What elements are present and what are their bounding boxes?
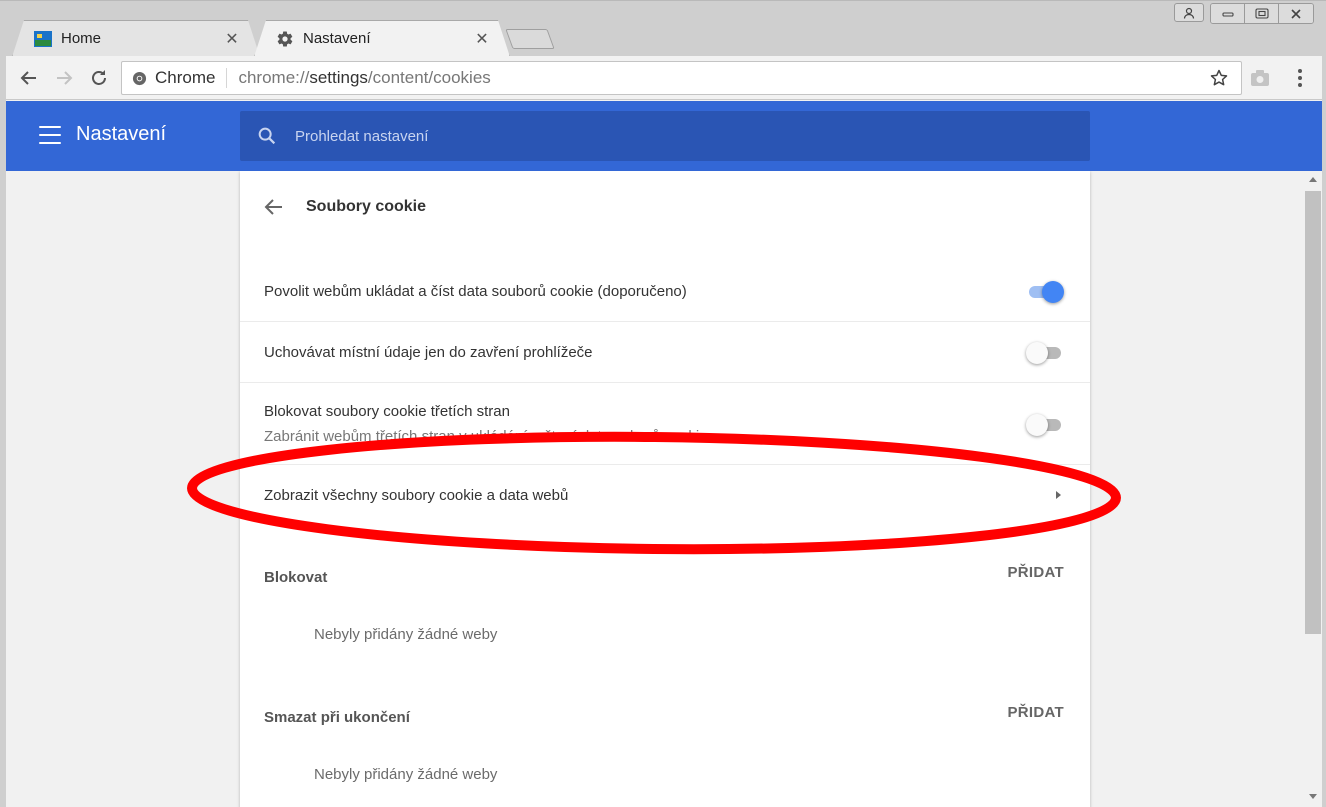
back-button[interactable] bbox=[14, 63, 44, 93]
add-block-button[interactable]: PŘIDAT bbox=[1007, 564, 1064, 581]
close-window-button[interactable] bbox=[1279, 4, 1313, 23]
title-bar: Home ✕ Nastavení ✕ bbox=[0, 0, 1326, 56]
setting-description: Zabránit webům třetích stran v ukládání … bbox=[264, 427, 708, 445]
arrow-left-icon[interactable] bbox=[262, 195, 286, 219]
home-page-icon bbox=[34, 30, 52, 47]
maximize-button[interactable] bbox=[1245, 4, 1279, 23]
url-path: /content/cookies bbox=[367, 68, 491, 87]
subpage-title: Soubory cookie bbox=[306, 198, 427, 215]
profile-icon[interactable] bbox=[1174, 3, 1204, 22]
close-icon[interactable]: ✕ bbox=[474, 29, 490, 49]
page-title: Nastavení bbox=[76, 123, 167, 145]
url-host: settings bbox=[309, 68, 368, 87]
close-icon[interactable]: ✕ bbox=[224, 29, 240, 49]
minimize-button[interactable] bbox=[1211, 4, 1245, 23]
section-label-block: Blokovat bbox=[264, 569, 328, 586]
empty-list-text: Nebyly přidány žádné weby bbox=[314, 766, 498, 783]
window-controls bbox=[1174, 3, 1314, 24]
block-third-party-toggle[interactable] bbox=[1026, 413, 1064, 436]
cookies-card: Soubory cookie Povolit webům ukládat a č… bbox=[240, 171, 1090, 807]
menu-icon[interactable] bbox=[39, 126, 61, 144]
settings-search[interactable] bbox=[240, 111, 1090, 161]
scroll-thumb[interactable] bbox=[1305, 191, 1321, 634]
gear-icon bbox=[277, 31, 293, 47]
reload-button[interactable] bbox=[84, 63, 114, 93]
tab-home[interactable]: Home ✕ bbox=[12, 20, 260, 57]
setting-label: Povolit webům ukládat a číst data soubor… bbox=[264, 282, 687, 300]
chrome-logo-icon bbox=[132, 71, 147, 85]
setting-label: Zobrazit všechny soubory cookie a data w… bbox=[264, 486, 569, 504]
forward-button[interactable] bbox=[49, 63, 79, 93]
scroll-up-arrow-icon[interactable] bbox=[1309, 177, 1317, 182]
settings-content: Soubory cookie Povolit webům ukládat a č… bbox=[6, 171, 1302, 807]
bookmark-star-icon[interactable] bbox=[1207, 66, 1231, 90]
settings-header: Nastavení bbox=[6, 101, 1322, 171]
setting-row-allow-cookies[interactable]: Povolit webům ukládat a číst data soubor… bbox=[240, 261, 1090, 322]
page-scrollbar[interactable] bbox=[1304, 171, 1322, 807]
tab-title: Home bbox=[61, 30, 102, 47]
setting-label: Blokovat soubory cookie třetích stran bbox=[264, 402, 510, 420]
setting-row-block-third-party[interactable]: Blokovat soubory cookie třetích stran Za… bbox=[240, 383, 1090, 465]
arrow-left-icon bbox=[20, 71, 36, 85]
search-icon bbox=[258, 127, 276, 145]
setting-text: Blokovat soubory cookie třetích stran Za… bbox=[264, 403, 1026, 445]
window-frame bbox=[1322, 56, 1326, 807]
reload-icon bbox=[92, 70, 106, 85]
keep-local-data-toggle[interactable] bbox=[1026, 341, 1064, 364]
setting-row-see-all-cookies[interactable]: Zobrazit všechny soubory cookie a data w… bbox=[240, 465, 1090, 525]
new-tab-button[interactable] bbox=[505, 29, 555, 49]
site-label: Chrome bbox=[155, 68, 216, 87]
scroll-down-arrow-icon[interactable] bbox=[1309, 794, 1317, 799]
site-chip[interactable]: Chrome bbox=[122, 68, 228, 88]
tab-title: Nastavení bbox=[303, 30, 371, 47]
chevron-right-icon bbox=[1056, 491, 1061, 499]
add-clear-on-exit-button[interactable]: PŘIDAT bbox=[1007, 704, 1064, 721]
arrow-right-icon bbox=[57, 71, 73, 85]
setting-label: Uchovávat místní údaje jen do zavření pr… bbox=[264, 343, 593, 361]
subpage-header: Soubory cookie bbox=[240, 171, 1090, 243]
setting-row-keep-local-data[interactable]: Uchovávat místní údaje jen do zavření pr… bbox=[240, 322, 1090, 383]
more-menu-icon[interactable] bbox=[1285, 63, 1315, 93]
tab-nastaveni[interactable]: Nastavení ✕ bbox=[254, 20, 510, 57]
url-text[interactable]: chrome://settings/content/cookies bbox=[227, 68, 1207, 88]
extension-camera-icon[interactable] bbox=[1245, 63, 1275, 93]
url-prefix: chrome:// bbox=[238, 68, 310, 87]
allow-cookies-toggle[interactable] bbox=[1026, 280, 1064, 303]
address-bar[interactable]: Chrome chrome://settings/content/cookies bbox=[121, 61, 1242, 95]
browser-toolbar: Chrome chrome://settings/content/cookies bbox=[0, 56, 1326, 100]
search-input[interactable] bbox=[295, 127, 1055, 145]
empty-list-text: Nebyly přidány žádné weby bbox=[314, 626, 498, 643]
section-label-clear-on-exit: Smazat při ukončení bbox=[264, 709, 410, 726]
